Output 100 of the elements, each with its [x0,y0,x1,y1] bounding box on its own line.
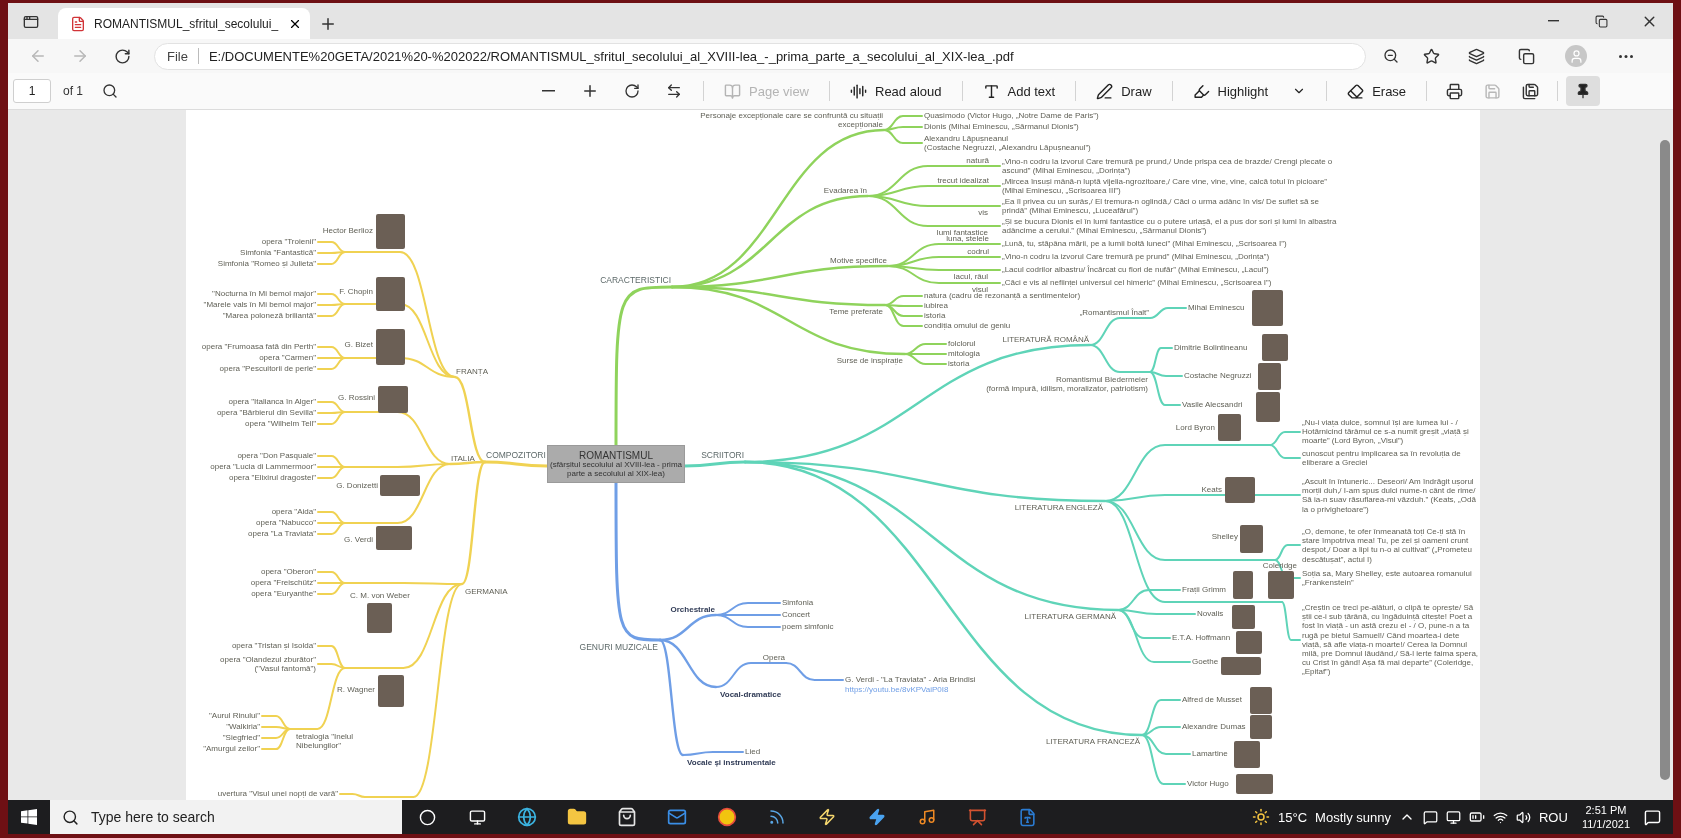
minus-icon [541,90,555,92]
topic-label: Personaje excepționale care se confruntă cu situații excepționale [700,110,883,129]
globe-icon[interactable] [517,807,537,827]
add-text-icon [982,82,1000,100]
restore-icon [1594,14,1608,28]
leaf-label: opera "Tristan și Isolda" [231,641,316,651]
save-as-icon [1521,82,1539,100]
topic-label: G. Bizet [344,340,373,350]
topic-label: Shelley [1211,532,1238,542]
battery-icon[interactable] [1469,809,1485,825]
wifi-icon[interactable] [1493,809,1508,825]
read-aloud-icon [850,82,867,100]
bolt-app-icon[interactable] [868,808,886,826]
windows-logo-icon[interactable] [21,809,37,825]
leaf-label: G. Verdi - "La Traviata" - Aria Brindisi [845,675,976,685]
read-aloud-button[interactable]: Read aloud [838,76,954,106]
refresh-icon [113,47,131,65]
topic-label: natură [966,155,989,165]
topic-label: trecut idealizat [937,175,989,185]
cortana-icon[interactable] [418,808,436,826]
page-count: of 1 [63,84,83,98]
language-indicator[interactable]: ROU [1539,809,1568,825]
leaf-label: Victor Hugo [1187,779,1229,789]
leaf-label: Simfonia "Romeo și Julieta" [217,259,316,269]
topic-label: Vocal-dramatice [720,690,782,700]
leaf-label: Concert [782,610,810,620]
leaf-label: opera "Olandezul zburător" ("Vasul fantomă") [219,654,316,674]
leaf-label: opera "Carmen" [259,353,316,363]
tab-title: ROMANTISMUL_sfritul_secolului_ [94,16,280,31]
search-icon [102,83,118,99]
weather-icon[interactable] [1252,808,1271,826]
topic-label: visul [972,285,988,294]
leaf-label: opera "Italianca în Alger" [228,397,316,407]
topic-label: lacul, râul [953,272,988,282]
leaf-label: folclorul [948,339,976,349]
topic-label: ITALIA [451,453,475,463]
topic-label: Surse de inspirație [836,356,903,366]
mail-icon[interactable] [667,807,687,827]
highlight-button[interactable]: Highlight [1180,76,1319,106]
leaf-label: "Marea poloneză briliantă" [222,311,316,321]
leaf-label: „Mircea însuși mână-n luptă vijelia-ngrozitoare,/ Care vine, vine, vine, calcă totul în picioare” (Mihai Eminescu, „Scrisoarea III”) [1002,176,1329,196]
leaf-label: opera "Don Pasquale" [237,451,316,461]
leaf-label: istoria [924,311,946,321]
topic-label: F. Chopin [339,287,373,297]
topic-label: Teme preferate [829,307,883,317]
leaf-label: poem simfonic [782,622,834,632]
leaf-label: uvertura "Visul unei nopți de vară" [217,789,338,799]
leaf-label: Lied [745,747,761,757]
topic-label: G. Verdi [344,535,373,545]
leaf-label: opera "Freischütz" [250,578,316,588]
topic-label: FRANȚA [456,366,488,376]
leaf-label: opera "La Traviata" [248,529,316,539]
topic-label: Vocale și instrumentale [687,758,776,768]
folder-icon[interactable] [567,807,587,827]
signal-app-icon[interactable] [768,808,786,826]
topic-label: Romantismul Biedermeier (formă impură, idilism, moralizator, patriotism) [986,375,1148,394]
address-bar[interactable]: File E:/DOCUMENTE%20GETA/2021%20-%202022/ROMANTISMUL_sfritul_secolului_al_XVIII-lea_-_prima_parte_a_secolului_al_XIX-lea_.pdf [154,42,1366,70]
add-text-button[interactable]: Add text [970,76,1068,106]
page-number-field[interactable]: 1 [13,79,51,103]
pin-toolbar-button[interactable] [1566,76,1601,106]
leaf-label: mitologia [948,349,980,359]
circle-app-icon[interactable] [717,807,737,827]
minimize-icon [1547,20,1559,22]
scrollbar[interactable] [1660,140,1670,780]
leaf-label: istoria [948,359,970,369]
leaf-label: natura (cadru de rezonanță a sentimentelor) [924,291,1081,301]
topic-label: Motive specifice [830,255,887,265]
pdf-file-icon [70,15,86,32]
topic-label: Opera [762,652,785,662]
protocol-label: File [167,48,188,64]
leaf-label: Alexandre Dumas [1182,722,1246,732]
leaf-label: Simfonia [782,598,814,608]
topic-label: GERMANIA [465,587,508,597]
window-icon [23,14,39,30]
erase-button[interactable]: Erase [1335,76,1419,106]
leaf-label: Soția sa, Mary Shelley, este autoarea romanului „Frankenstein” [1302,568,1473,588]
display-icon[interactable] [1446,809,1461,825]
branch-label: COMPOZITORI [486,451,546,461]
shopping-bag-icon[interactable] [617,807,637,827]
leaf-label: „Vino-n codru la izvorul Care tremură pe prund” (Mihai Eminescu, „Dorința”) [1002,252,1270,262]
leaf-label: "Walkiria" [226,722,260,732]
leaf-label: „Căci e vis al neființei universul cel himeric” (Mihai Eminescu, „Scrisoarea I”) [1002,278,1272,288]
clock[interactable]: 2:51 PM 11/1/2021 [1581,802,1630,832]
leaf-label: opera "Bărbierul din Sevilla" [216,408,316,418]
branch-label: GENURI MUZICALE [579,643,658,653]
draw-button[interactable]: Draw [1084,76,1164,106]
music-app-icon[interactable] [918,808,936,826]
lightning-icon[interactable] [818,808,836,826]
leaf-label: opera "Oberon" [260,567,316,577]
leaf-label: opera "Wilhelm Tell" [245,419,316,429]
taskbar-search-field[interactable]: Type here to search [50,800,402,834]
task-view-icon[interactable] [468,808,486,826]
search-placeholder: Type here to search [91,809,215,825]
document-icon[interactable] [1017,807,1037,827]
presentation-icon[interactable] [967,807,987,827]
notification-icon[interactable] [1644,808,1661,826]
volume-icon[interactable] [1516,809,1531,825]
url-text: E:/DOCUMENTE%20GETA/2021%20-%202022/ROMANTISMUL_sfritul_secolului_al_XVIII-lea_-_prima_parte_a_secolului_al_XIX-lea_.pdf [208,48,1014,64]
topic-label: C. M. von Weber [350,591,410,601]
browser-tab[interactable]: ROMANTISMUL_sfritul_secolului_ [58,8,310,39]
